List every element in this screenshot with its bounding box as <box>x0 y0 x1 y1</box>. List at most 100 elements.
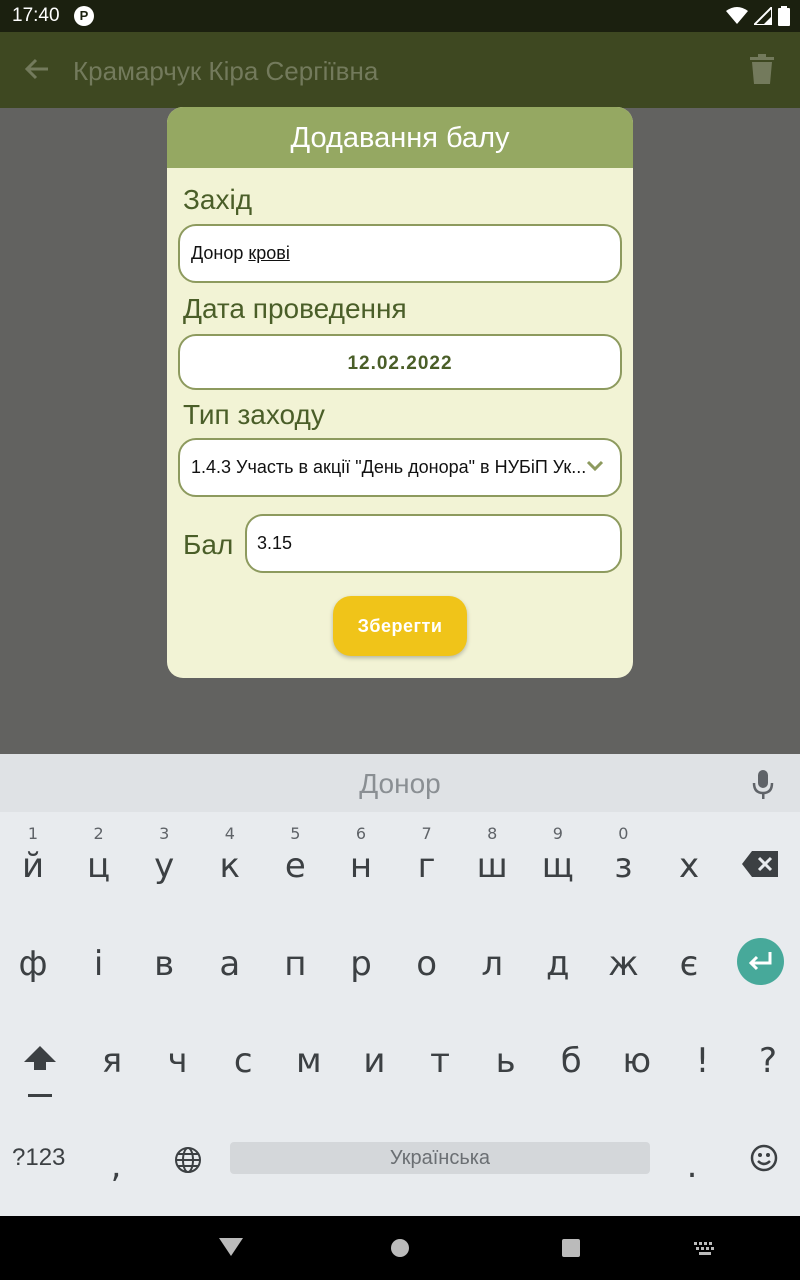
event-value-text: Донор <box>191 243 249 263</box>
add-score-dialog: Додавання балу Захід Донор крові Дата пр… <box>167 107 633 678</box>
key-label: ж <box>608 944 639 984</box>
key-hint: 2 <box>93 824 104 843</box>
key-label: ч <box>167 1041 188 1081</box>
nav-back-icon[interactable] <box>219 1236 243 1258</box>
comma-key[interactable]: , <box>86 1124 146 1204</box>
keyboard-switch-icon[interactable] <box>694 1242 716 1256</box>
event-input[interactable]: Донор крові <box>178 224 622 283</box>
notification-app-icon: P <box>74 6 94 26</box>
delete-icon[interactable] <box>748 54 776 84</box>
key-2-9[interactable]: д <box>528 922 588 1002</box>
key-label: л <box>481 944 504 984</box>
key-hint: 5 <box>290 824 301 843</box>
enter-key[interactable] <box>737 938 784 985</box>
back-arrow-icon[interactable] <box>22 54 52 84</box>
key-3-6[interactable]: т <box>410 1019 470 1099</box>
key-2-5[interactable]: п <box>265 922 325 1002</box>
key-2-8[interactable]: л <box>462 922 522 1002</box>
wifi-icon <box>726 7 748 24</box>
key-1-3[interactable]: 3у <box>134 824 194 904</box>
key-3-4[interactable]: м <box>279 1019 339 1099</box>
key-hint: 6 <box>355 824 367 843</box>
key-2-10[interactable]: ж <box>593 922 653 1002</box>
key-2-3[interactable]: в <box>134 922 194 1002</box>
key-3-8[interactable]: б <box>541 1019 601 1099</box>
key-label: ь <box>495 1041 516 1081</box>
key-label: г <box>417 846 436 886</box>
score-input[interactable]: 3.15 <box>245 514 622 573</box>
key-label: ш <box>476 846 508 886</box>
key-2-6[interactable]: р <box>331 922 391 1002</box>
key-1-9[interactable]: 9щ <box>528 824 588 904</box>
key-label: є <box>679 944 699 984</box>
score-label: Бал <box>183 529 234 560</box>
key-3-1[interactable]: я <box>82 1019 142 1099</box>
key-label: і <box>93 944 104 984</box>
key-label: а <box>219 944 241 984</box>
key-label: о <box>416 944 437 984</box>
key-hint: 9 <box>552 824 563 843</box>
period-label: . <box>686 1146 698 1186</box>
key-2-7[interactable]: о <box>397 922 457 1002</box>
signal-icon <box>754 7 772 25</box>
key-1-6[interactable]: 6н <box>331 824 391 904</box>
nav-recents-icon[interactable] <box>561 1238 581 1258</box>
key-hint: 1 <box>27 824 39 843</box>
event-type-dropdown[interactable]: 1.4.3 Участь в акції "День донора" в НУБ… <box>178 438 622 497</box>
key-hint: 7 <box>421 824 432 843</box>
globe-icon[interactable] <box>174 1146 202 1174</box>
key-hint: 4 <box>224 824 235 843</box>
space-bar[interactable]: Українська <box>230 1142 650 1174</box>
key-1-10[interactable]: 0з <box>593 824 653 904</box>
page-title: Крамарчук Кіра Сергіївна <box>73 56 379 86</box>
key-hint: 0 <box>618 824 629 843</box>
symbols-key[interactable]: ?123 <box>12 1144 65 1172</box>
key-3-2[interactable]: ч <box>148 1019 208 1099</box>
comma-label: , <box>110 1146 122 1186</box>
key-label: б <box>560 1041 582 1081</box>
suggestion-word[interactable]: Донор <box>0 768 800 800</box>
key-3-7[interactable]: ь <box>476 1019 536 1099</box>
shift-icon[interactable] <box>22 1044 58 1100</box>
key-3-9[interactable]: ю <box>607 1019 667 1099</box>
key-1-8[interactable]: 8ш <box>462 824 522 904</box>
key-label: н <box>349 846 373 886</box>
key-1-7[interactable]: 7г <box>397 824 457 904</box>
event-type-label: Тип заходу <box>183 399 325 430</box>
key-label: п <box>284 944 307 984</box>
key-hint: 8 <box>487 824 498 843</box>
battery-icon <box>778 6 790 26</box>
key-3-11[interactable]: ? <box>738 1019 798 1099</box>
key-3-5[interactable]: и <box>344 1019 404 1099</box>
key-label: и <box>363 1041 386 1081</box>
key-1-4[interactable]: 4к <box>200 824 260 904</box>
backspace-icon[interactable] <box>742 851 778 877</box>
key-label: у <box>154 846 175 886</box>
key-2-4[interactable]: а <box>200 922 260 1002</box>
app-bar: Крамарчук Кіра Сергіївна <box>0 32 800 108</box>
emoji-icon[interactable] <box>750 1144 778 1172</box>
event-type-value: 1.4.3 Участь в акції "День донора" в НУБ… <box>191 457 587 477</box>
microphone-icon[interactable] <box>752 770 774 800</box>
key-1-5[interactable]: 5е <box>265 824 325 904</box>
key-1-11[interactable]: х <box>659 824 719 904</box>
period-key[interactable]: . <box>662 1124 722 1204</box>
key-1-1[interactable]: 1й <box>3 824 63 904</box>
save-button[interactable]: Зберегти <box>333 596 467 656</box>
nav-home-icon[interactable] <box>390 1238 410 1258</box>
key-label: х <box>678 846 700 886</box>
soft-keyboard: Донор 1й2ц3у4к5е6н7г8ш9щ0зхфівапролджєяч… <box>0 754 800 1216</box>
key-2-11[interactable]: є <box>659 922 719 1002</box>
key-label: ! <box>695 1041 710 1081</box>
key-1-2[interactable]: 2ц <box>69 824 129 904</box>
date-picker-field[interactable]: 12.02.2022 <box>178 334 622 390</box>
key-label: т <box>430 1041 450 1081</box>
key-3-10[interactable]: ! <box>672 1019 732 1099</box>
suggestion-strip: Донор <box>0 754 800 812</box>
system-icons <box>726 6 790 26</box>
key-label: в <box>154 944 175 984</box>
key-3-3[interactable]: с <box>213 1019 273 1099</box>
key-2-2[interactable]: і <box>69 922 129 1002</box>
key-2-1[interactable]: ф <box>3 922 63 1002</box>
dialog-title: Додавання балу <box>167 107 633 168</box>
